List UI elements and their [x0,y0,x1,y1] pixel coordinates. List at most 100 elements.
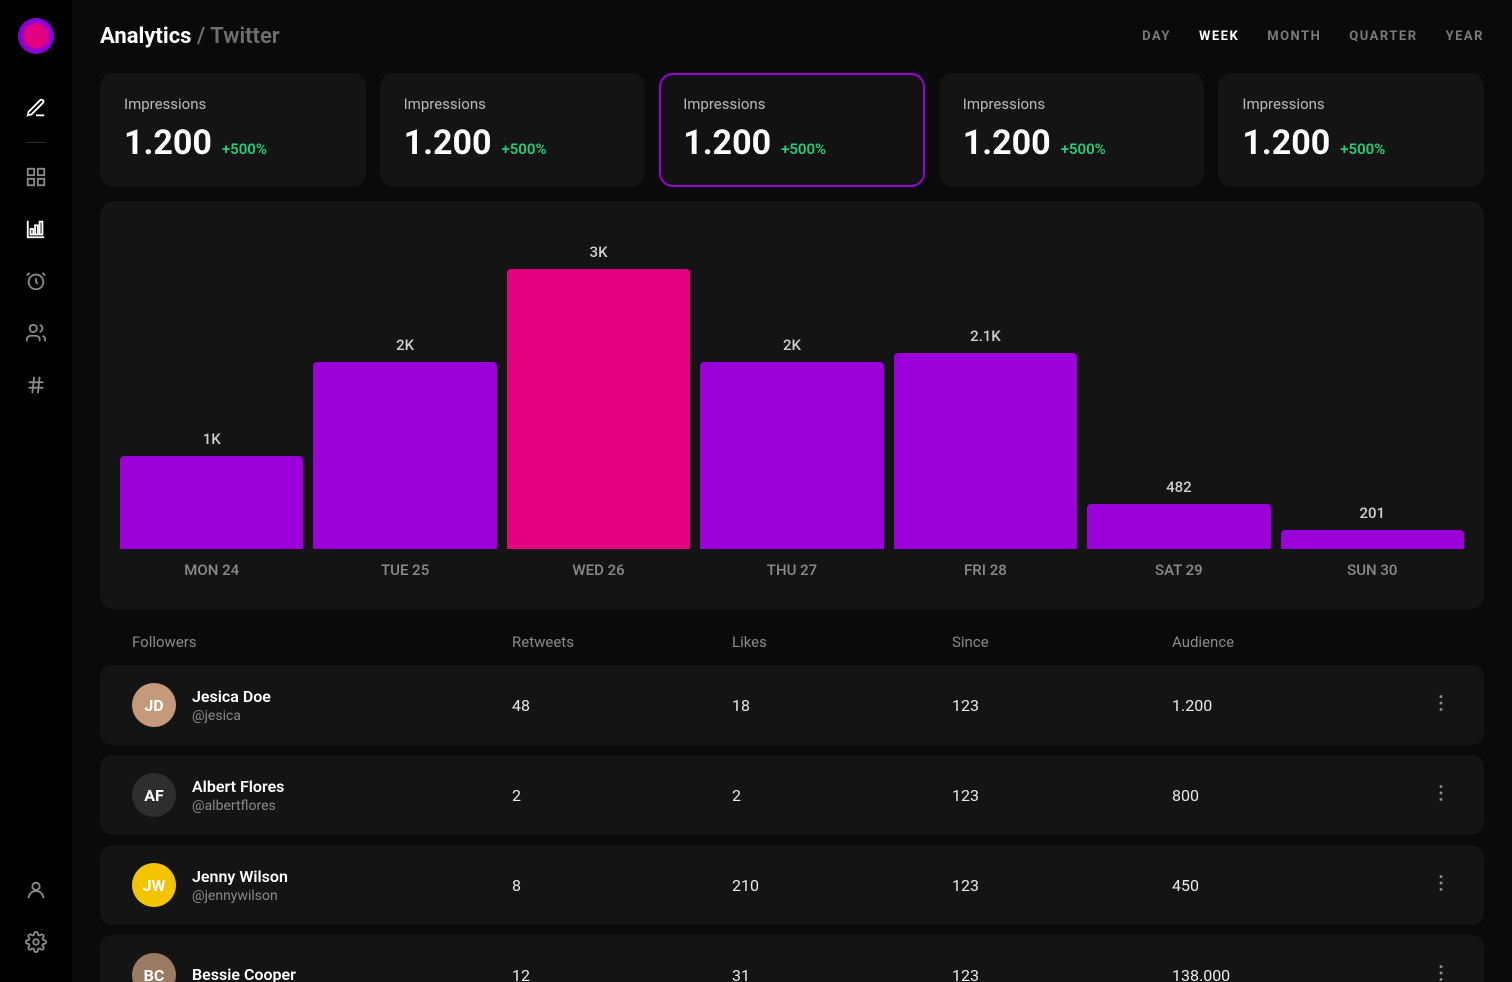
stat-value: 1.200 [404,123,492,163]
bar-value-label: 2K [396,336,414,354]
table-row[interactable]: JWJenny Wilson@jennywilson8210123450 [100,845,1484,925]
stat-card[interactable]: Impressions1.200+500% [100,73,366,187]
stat-label: Impressions [124,95,342,113]
stat-delta: +500% [1061,140,1106,158]
avatar: JW [132,863,176,907]
more-icon[interactable] [1392,872,1452,898]
cell-since: 123 [952,696,1172,715]
logo-icon[interactable] [18,18,54,54]
avatar: JD [132,683,176,727]
chart-icon[interactable] [14,207,58,251]
range-picker: DAY WEEK MONTH QUARTER YEAR [1142,29,1484,44]
cell-likes: 18 [732,696,952,715]
cell-retweets: 2 [512,786,732,805]
cell-since: 123 [952,966,1172,982]
followers-table: Followers Retweets Likes Since Audience … [100,633,1484,982]
nav-bottom [14,868,58,964]
range-week[interactable]: WEEK [1199,29,1239,44]
stat-value: 1.200 [683,123,771,163]
bar-wrap: 3K [507,229,690,549]
cell-since: 123 [952,786,1172,805]
bar[interactable] [700,362,883,549]
table-body: JDJesica Doe@jesica48181231.200AFAlbert … [100,665,1484,982]
bar-value-label: 482 [1166,478,1192,496]
cell-retweets: 8 [512,876,732,895]
compose-icon[interactable] [14,86,58,130]
cell-likes: 210 [732,876,952,895]
range-quarter[interactable]: QUARTER [1349,29,1417,44]
user-icon[interactable] [14,868,58,912]
x-label: THU 27 [700,561,883,579]
chart-card: 1K2K3K2K2.1K482201 MON 24TUE 25WED 26THU… [100,201,1484,609]
stat-cards: Impressions 1.200 +500% Impressions 1.200 +50… [100,73,1484,187]
cell-retweets: 48 [512,696,732,715]
bar-wrap: 482 [1087,229,1270,549]
user-handle: @jesica [192,708,271,724]
user-cell: JW Jenny Wilson @jennywilson [132,863,512,907]
stat-card[interactable]: Impressions 1.200 +500% [380,73,646,187]
cell-likes: 2 [732,786,952,805]
stat-card[interactable]: Impressions1.200+500% [1218,73,1484,187]
table-row[interactable]: AFAlbert Flores@albertflores22123800 [100,755,1484,835]
bar-chart: 1K2K3K2K2.1K482201 [112,229,1472,549]
col-audience: Audience [1172,633,1392,651]
hash-icon[interactable] [14,363,58,407]
user-cell: BCBessie Cooper [132,953,512,982]
bar[interactable] [1087,504,1270,549]
user-name: Albert Flores [192,777,284,796]
table-row[interactable]: JD Jesica Doe @jesica 48181231.200 [100,665,1484,745]
stat-delta: +500% [501,140,546,158]
bar-wrap: 1K [120,229,303,549]
x-label: SAT 29 [1087,561,1270,579]
more-icon[interactable] [1392,692,1452,718]
bar[interactable] [120,456,303,549]
cell-retweets: 12 [512,966,732,982]
more-icon[interactable] [1392,962,1452,982]
dashboard-icon[interactable] [14,155,58,199]
col-retweets: Retweets [512,633,732,651]
stat-card[interactable]: Impressions1.200+500% [659,73,925,187]
stat-delta: +500% [781,140,826,158]
bar[interactable] [1281,530,1464,549]
col-since: Since [952,633,1172,651]
stat-delta: +500% [222,140,267,158]
range-month[interactable]: MONTH [1267,29,1321,44]
crumb-text: Twitter [210,24,279,49]
table-row[interactable]: BCBessie Cooper1231123138.000 [100,935,1484,982]
user-cell: JD Jesica Doe @jesica [132,683,512,727]
people-icon[interactable] [14,311,58,355]
stat-card[interactable]: Impressions1.200+500% [939,73,1205,187]
range-year[interactable]: YEAR [1446,29,1484,44]
user-handle: @albertflores [192,798,284,814]
user-handle: @jennywilson [192,888,288,904]
cell-audience: 138.000 [1172,966,1392,982]
more-icon[interactable] [1392,782,1452,808]
header: Analytics / Twitter DAY WEEK MONTH QUARTER Y… [100,24,1484,49]
bar[interactable] [894,353,1077,549]
bar-wrap: 2K [700,229,883,549]
col-likes: Likes [732,633,952,651]
range-day[interactable]: DAY [1142,29,1171,44]
bar-value-label: 2K [783,336,801,354]
crumb-sep: / [191,24,210,49]
x-label: TUE 25 [313,561,496,579]
cell-audience: 450 [1172,876,1392,895]
stat-value: 1.200 [963,123,1051,163]
settings-icon[interactable] [14,920,58,964]
bar[interactable] [313,362,496,549]
avatar: BC [132,953,176,982]
main: Analytics / Twitter DAY WEEK MONTH QUARTER Y… [72,0,1512,982]
cell-audience: 1.200 [1172,696,1392,715]
user-name: Jenny Wilson [192,867,288,886]
x-label: MON 24 [120,561,303,579]
cell-likes: 31 [732,966,952,982]
stat-label: Impressions [404,95,622,113]
page-title: Analytics / Twitter [100,24,280,49]
bar-value-label: 2.1K [970,327,1001,345]
avatar: AF [132,773,176,817]
stat-label: Impressions [1242,95,1460,113]
user-name: Jesica Doe [192,687,271,706]
bar[interactable] [507,269,690,549]
sidebar [0,0,72,982]
clock-icon[interactable] [14,259,58,303]
